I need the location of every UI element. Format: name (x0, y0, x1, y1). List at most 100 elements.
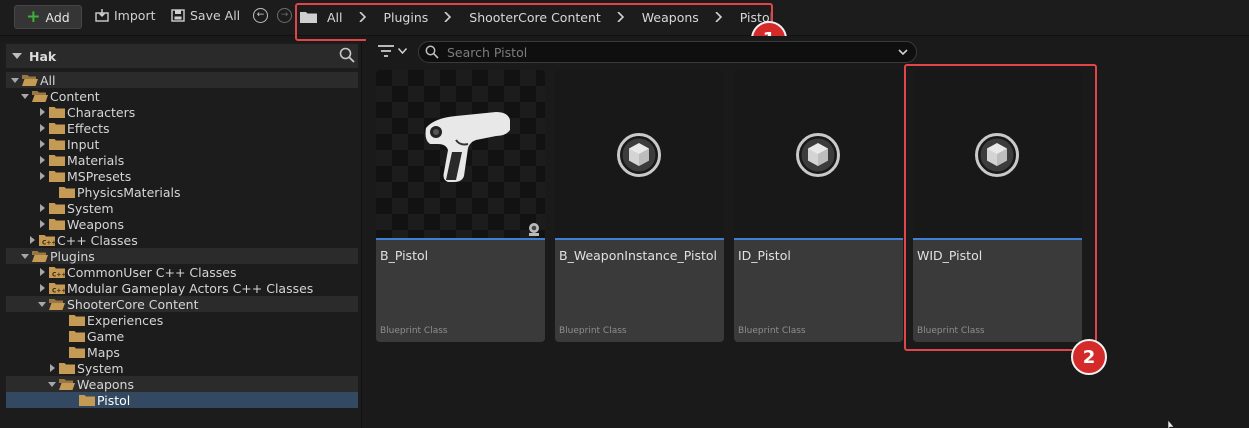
expand-right-icon[interactable] (37, 171, 47, 181)
expand-down-icon[interactable] (20, 91, 30, 101)
tree-item[interactable]: C++ Modular Gameplay Actors C++ Classes (6, 280, 358, 296)
breadcrumb-item-weapons[interactable]: Weapons (642, 10, 699, 25)
tree-item-label: All (40, 72, 56, 88)
tree-item[interactable]: Pistol (6, 392, 358, 408)
search-icon[interactable] (339, 47, 355, 63)
cube-icon (796, 133, 840, 177)
breadcrumb-item-plugins[interactable]: Plugins (384, 10, 429, 25)
tree-item[interactable]: Experiences (6, 312, 358, 328)
expand-right-icon[interactable] (37, 267, 47, 277)
asset-tile-b-weaponinstance-pistol[interactable]: B_WeaponInstance_Pistol Blueprint Class (555, 70, 724, 342)
tree-item-label: Input (67, 136, 100, 152)
asset-name: WID_Pistol (917, 248, 983, 263)
expand-down-icon[interactable] (37, 299, 47, 309)
save-all-label: Save All (190, 8, 241, 23)
tree-item[interactable]: MSPresets (6, 168, 358, 184)
sidebar-title: Hak (29, 48, 57, 64)
search-field[interactable] (418, 41, 917, 63)
asset-info: WID_Pistol Blueprint Class (913, 240, 1082, 342)
plus-icon: + (26, 6, 41, 27)
sidebar: Hak All Content Characters Effects Input Mate… (0, 42, 362, 428)
folder-icon (49, 202, 65, 214)
cube-icon (617, 133, 661, 177)
asset-name: ID_Pistol (738, 248, 791, 263)
folder-open-icon (32, 250, 48, 262)
asset-thumbnail (734, 70, 903, 239)
save-icon (171, 9, 185, 22)
cpp-folder-icon: C++ (39, 234, 55, 246)
expand-right-icon[interactable] (37, 155, 47, 165)
asset-info: ID_Pistol Blueprint Class (734, 240, 903, 342)
camera-icon (529, 223, 539, 236)
tree-item[interactable]: C++ CommonUser C++ Classes (6, 264, 358, 280)
breadcrumb-item-all[interactable]: All (327, 10, 343, 25)
tree-item-label: Effects (67, 120, 110, 136)
asset-name: B_Pistol (380, 248, 429, 263)
tree-item[interactable]: Materials (6, 152, 358, 168)
chevron-down-icon (398, 48, 407, 54)
tree-item[interactable]: System (6, 200, 358, 216)
chevron-down-icon[interactable] (898, 47, 908, 57)
tree-item[interactable]: Effects (6, 120, 358, 136)
svg-text:C++: C++ (42, 239, 55, 246)
folder-open-icon (59, 378, 75, 390)
asset-tile-wid-pistol[interactable]: WID_Pistol Blueprint Class (913, 70, 1082, 342)
expand-right-icon[interactable] (37, 219, 47, 229)
pistol-preview-icon (425, 112, 510, 182)
filter-button[interactable] (378, 45, 407, 57)
tree-item-label: Materials (67, 152, 125, 168)
folder-icon (69, 314, 85, 326)
tree-item[interactable]: Content (6, 88, 358, 104)
expand-down-icon[interactable] (47, 379, 57, 389)
tree-item[interactable]: All (6, 72, 358, 88)
chevron-right-icon (715, 12, 722, 22)
sidebar-header[interactable]: Hak (6, 44, 358, 68)
tree-item[interactable]: Game (6, 328, 358, 344)
folder-icon (49, 122, 65, 134)
expand-down-icon[interactable] (10, 75, 20, 85)
tree-item-label: Modular Gameplay Actors C++ Classes (67, 280, 314, 296)
search-input[interactable] (447, 44, 887, 60)
expand-right-icon[interactable] (37, 203, 47, 213)
expand-right-icon[interactable] (27, 235, 37, 245)
tree-item[interactable]: ShooterCore Content (6, 296, 358, 312)
tree-item-label: System (77, 360, 124, 376)
expand-right-icon[interactable] (37, 123, 47, 133)
mouse-cursor-icon (1168, 420, 1174, 428)
chevron-right-icon (617, 12, 624, 22)
import-icon (95, 9, 109, 22)
expand-right-icon[interactable] (37, 107, 47, 117)
expand-right-icon[interactable] (47, 363, 57, 373)
tree-item[interactable]: Weapons (6, 376, 358, 392)
save-all-button[interactable]: Save All (171, 8, 240, 23)
asset-tile-b-pistol[interactable]: B_Pistol Blueprint Class (376, 70, 545, 342)
tree-item[interactable]: System (6, 360, 358, 376)
tree-item[interactable]: Input (6, 136, 358, 152)
expand-right-icon[interactable] (37, 283, 47, 293)
tree-item[interactable]: PhysicsMaterials (6, 184, 358, 200)
tree-item[interactable]: Maps (6, 344, 358, 360)
import-button[interactable]: Import (95, 8, 156, 23)
tree-item[interactable]: C++ C++ Classes (6, 232, 358, 248)
tree-item-label: System (67, 200, 114, 216)
svg-text:C++: C++ (52, 287, 65, 294)
asset-info: B_WeaponInstance_Pistol Blueprint Class (555, 240, 724, 342)
forward-arrow-icon[interactable]: → (277, 8, 292, 23)
add-button[interactable]: + Add (14, 5, 82, 29)
tree-item[interactable]: Characters (6, 104, 358, 120)
asset-thumbnail (913, 70, 1082, 239)
asset-type: Blueprint Class (738, 326, 806, 336)
back-arrow-icon[interactable]: ← (253, 8, 268, 23)
asset-tile-id-pistol[interactable]: ID_Pistol Blueprint Class (734, 70, 903, 342)
content-browser: B_Pistol Blueprint Class B_WeaponInstanc… (366, 36, 1249, 428)
cube-icon (975, 133, 1019, 177)
expand-down-icon[interactable] (20, 251, 30, 261)
folder-icon (59, 362, 75, 374)
expand-right-icon[interactable] (37, 139, 47, 149)
tree-item[interactable]: Plugins (6, 248, 358, 264)
breadcrumb-item-shootercore-content[interactable]: ShooterCore Content (469, 10, 601, 25)
tree-item[interactable]: Weapons (6, 216, 358, 232)
